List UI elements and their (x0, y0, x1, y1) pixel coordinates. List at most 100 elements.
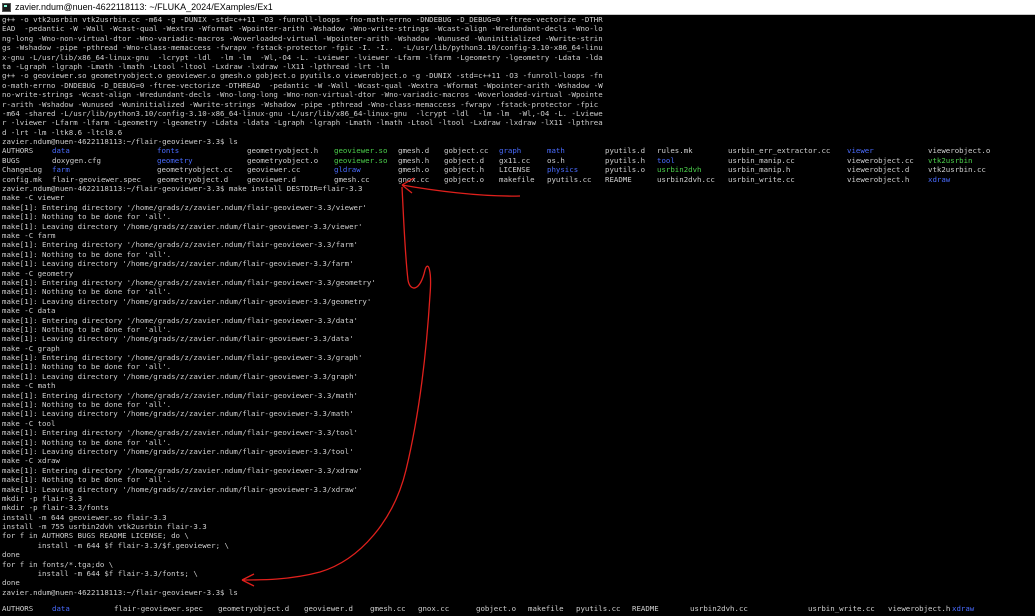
terminal-line: make[1]: Leaving directory '/home/grads/… (2, 371, 358, 381)
ls-entry: ChangeLog (2, 165, 43, 175)
terminal-line: done (2, 578, 20, 588)
ls-entry: gobject.o (476, 604, 517, 613)
terminal-line: make[1]: Nothing to be done for 'all'. (2, 437, 172, 447)
ls-entry: gmesh.h (398, 155, 430, 165)
terminal-line: make[1]: Nothing to be done for 'all'. (2, 400, 172, 410)
terminal-output[interactable]: g++ -o vtk2usrbin vtk2usrbin.cc -m64 -g … (2, 15, 1033, 616)
ls-entry: geoviewer.d (247, 174, 296, 184)
ls-entry: gmesh.d (398, 146, 430, 156)
ls-entry: viewer (847, 146, 874, 156)
ls-entry: graph (499, 146, 522, 156)
terminal-line: make[1]: Leaving directory '/home/grads/… (2, 259, 354, 269)
terminal-line: no-write-strings -Wcast-align -Wredundan… (2, 90, 603, 100)
ls-entry: viewerobject.cc (847, 155, 914, 165)
ls-entry: AUTHORS (2, 146, 34, 156)
terminal-line: make[1]: Nothing to be done for 'all'. (2, 362, 172, 372)
ls-entry: geometry (157, 155, 193, 165)
ls-entry: gmesh.o (398, 165, 430, 175)
ls-entry: usrbin_write.cc (808, 604, 875, 613)
ls-entry: viewerobject.h (888, 604, 951, 613)
terminal-line: zavier.ndum@nuen-4622118113:~/flair-geov… (2, 587, 238, 597)
terminal-line: zavier.ndum@nuen-4622118113:~/flair-geov… (2, 137, 238, 147)
terminal-line: make -C tool (2, 418, 56, 428)
terminal-line: install -m 755 usrbin2dvh vtk2usrbin fla… (2, 522, 207, 532)
window-titlebar[interactable]: zavier.ndum@nuen-4622118113: ~/FLUKA_202… (0, 0, 1035, 15)
ls-entry: rules.mk (657, 146, 693, 156)
terminal-line: -m64 -shared -L/usr/lib/python3.10/confi… (2, 108, 603, 118)
terminal-line: install -m 644 $f flair-3.3/$f.geoviewer… (2, 540, 229, 550)
ls-entry: pyutils.d (605, 146, 646, 156)
ls-entry: gnox.cc (398, 174, 430, 184)
ls-entry: tool (657, 155, 675, 165)
ls-entry: data (52, 146, 70, 156)
ls-entry: makefile (499, 174, 535, 184)
terminal-line: make -C geometry (2, 268, 74, 278)
terminal-line: make[1]: Leaving directory '/home/grads/… (2, 484, 358, 494)
ls-entry: os.h (547, 155, 565, 165)
terminal-line: make[1]: Leaving directory '/home/grads/… (2, 409, 354, 419)
ls-entry: usrbin_manip.h (728, 165, 791, 175)
ls-entry: makefile (528, 604, 564, 613)
terminal-line: make -C math (2, 381, 56, 391)
terminal-line: make[1]: Leaving directory '/home/grads/… (2, 334, 354, 344)
terminal-line: make[1]: Entering directory '/home/grads… (2, 428, 358, 438)
ls-entry: usrbin_err_extractor.cc (728, 146, 831, 156)
ls-entry: AUTHORS (2, 604, 34, 613)
terminal-line: make[1]: Entering directory '/home/grads… (2, 465, 363, 475)
ls-entry: gnox.cc (418, 604, 450, 613)
ls-row: config.mk flair-geoviewer.spec geometryobj… (2, 175, 1033, 184)
terminal-line: make[1]: Entering directory '/home/grads… (2, 315, 358, 325)
terminal-line: mkdir -p flair-3.3/fonts (2, 503, 109, 513)
terminal-line: install -m 644 $f flair-3.3/fonts; \ (2, 569, 198, 579)
ls-entry: geometryobject.h (247, 146, 319, 156)
ls-entry: pyutils.o (605, 165, 646, 175)
ls-entry: usrbin2dvh.cc (690, 604, 748, 613)
ls-entry: gobject.o (444, 174, 485, 184)
terminal-line: ta -Lgraph -lgraph -Lmath -lmath -Ltool … (2, 61, 390, 71)
ls-entry: viewerobject.o (928, 146, 991, 156)
terminal-line: zavier.ndum@nuen-4622118113:~/flair-geov… (2, 184, 363, 194)
terminal-line: make[1]: Entering directory '/home/grads… (2, 390, 358, 400)
ls-entry: usrbin_manip.cc (728, 155, 795, 165)
ls-entry: gobject.cc (444, 146, 489, 156)
ls-entry: viewerobject.h (847, 174, 910, 184)
terminal-line: make[1]: Nothing to be done for 'all'. (2, 249, 172, 259)
ls-entry: pyutils.cc (576, 604, 621, 613)
terminal-icon (2, 2, 11, 12)
terminal-line: make[1]: Entering directory '/home/grads… (2, 277, 376, 287)
ls-entry: flair-geoviewer.spec (52, 174, 141, 184)
terminal-line: ng-long -Wno-non-virtual-dtor -Wno-varia… (2, 33, 603, 43)
terminal-line: make[1]: Nothing to be done for 'all'. (2, 212, 172, 222)
ls-entry: vtk2usrbin (928, 155, 973, 165)
ls-row: BUGS doxygen.cfg geometry geometryobject.o g… (2, 156, 1033, 165)
ls-entry: data (52, 604, 70, 613)
ls-entry: config.mk (2, 174, 43, 184)
terminal-line: r-arith -Wshadow -Wunused -Wuninitialize… (2, 99, 599, 109)
ls-entry: gobject.h (444, 165, 485, 175)
terminal-line: g++ -o vtk2usrbin vtk2usrbin.cc -m64 -g … (2, 15, 603, 24)
terminal-line: make -C xdraw (2, 456, 60, 466)
ls-entry: flair-geoviewer.spec (114, 604, 203, 613)
terminal-line: make[1]: Entering directory '/home/grads… (2, 240, 358, 250)
ls-entry: BUGS (2, 155, 20, 165)
ls-entry: geoviewer.so (334, 155, 388, 165)
terminal-line: make[1]: Leaving directory '/home/grads/… (2, 296, 372, 306)
ls-entry: pyutils.cc (547, 174, 592, 184)
ls-entry: math (547, 146, 565, 156)
terminal-line: EAD -pedantic -W -Wall -Wcast-qual -Wext… (2, 24, 603, 34)
terminal-line: make -C viewer (2, 193, 65, 203)
ls-entry: usrbin2dvh.cc (657, 174, 715, 184)
terminal-line: g++ -o geoviewer.so geometryobject.o geo… (2, 71, 603, 81)
ls-entry: fonts (157, 146, 180, 156)
ls-entry: gmesh.cc (334, 174, 370, 184)
ls-entry: README (605, 174, 632, 184)
terminal-line: make -C farm (2, 230, 56, 240)
ls-entry: vtk2usrbin.cc (928, 165, 986, 175)
terminal-line: install -m 644 geoviewer.so flair-3.3 (2, 512, 167, 522)
ls-entry: gmesh.cc (370, 604, 406, 613)
terminal-line: make -C data (2, 306, 56, 316)
terminal-line: gs -Wshadow -pipe -pthread -Wno-class-me… (2, 43, 603, 53)
window-title: zavier.ndum@nuen-4622118113: ~/FLUKA_202… (15, 2, 273, 12)
ls-entry: doxygen.cfg (52, 155, 101, 165)
terminal-line: make[1]: Entering directory '/home/grads… (2, 202, 367, 212)
